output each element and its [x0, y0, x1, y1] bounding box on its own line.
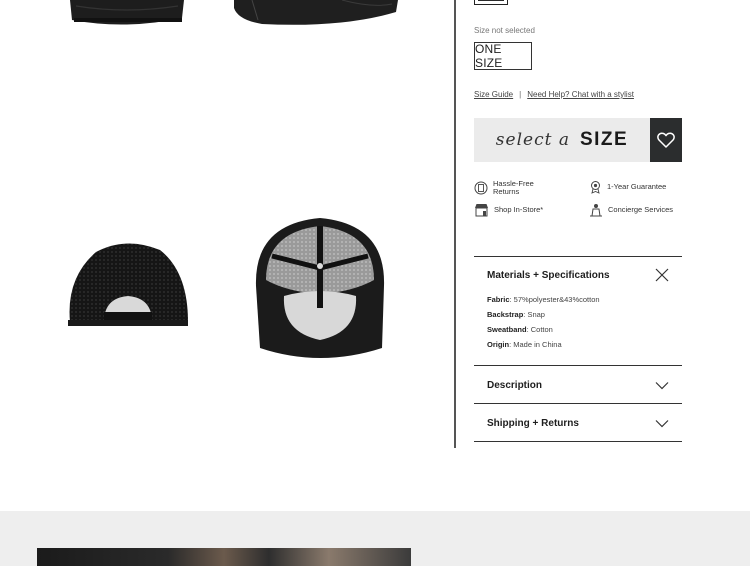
close-icon[interactable] — [655, 268, 669, 282]
size-option-one-size[interactable]: ONE SIZE — [474, 42, 532, 70]
perk-guarantee[interactable]: 1-Year Guarantee — [589, 180, 666, 194]
product-image-side[interactable] — [232, 0, 400, 28]
accordion-divider — [474, 441, 682, 442]
spec-fabric: Fabric: 57%polyester&43%cotton — [487, 295, 600, 304]
promo-image[interactable] — [37, 548, 411, 566]
store-icon — [475, 204, 488, 217]
size-guide-link[interactable]: Size Guide — [474, 90, 513, 99]
chevron-down-icon[interactable] — [655, 419, 669, 428]
select-size-button[interactable]: select a SIZE — [474, 118, 650, 162]
select-size-prefix: select a — [495, 130, 570, 150]
materials-heading[interactable]: Materials + Specifications — [487, 270, 610, 281]
perk-concierge[interactable]: Concierge Services — [589, 203, 673, 217]
accordion-top-border — [474, 256, 682, 257]
product-image-underside[interactable] — [252, 216, 388, 366]
size-status: Size not selected — [474, 26, 535, 35]
accordion-divider — [474, 403, 682, 404]
color-swatch-black[interactable] — [474, 0, 508, 5]
product-gallery — [0, 0, 455, 450]
perk-returns-label: Hassle-Free Returns — [493, 179, 534, 197]
shipping-heading[interactable]: Shipping + Returns — [487, 418, 579, 429]
guarantee-icon — [591, 181, 600, 194]
perk-returns[interactable]: Hassle-Free Returns — [474, 179, 534, 197]
chat-stylist-link[interactable]: Need Help? Chat with a stylist — [527, 90, 634, 99]
product-image-front[interactable] — [66, 0, 188, 30]
perk-store-label: Shop In-Store* — [494, 204, 544, 214]
spec-sweatband: Sweatband: Cotton — [487, 325, 553, 334]
spec-origin: Origin: Made in China — [487, 340, 562, 349]
chevron-down-icon[interactable] — [655, 381, 669, 390]
wishlist-button[interactable] — [650, 118, 682, 162]
description-heading[interactable]: Description — [487, 380, 542, 391]
returns-icon — [474, 181, 488, 195]
heart-icon — [657, 132, 675, 148]
perk-store[interactable]: Shop In-Store* — [474, 203, 543, 217]
accordion-divider — [474, 365, 682, 366]
product-image-back[interactable] — [66, 238, 190, 330]
concierge-icon — [590, 204, 602, 217]
gallery-divider — [454, 0, 456, 448]
spec-backstrap: Backstrap: Snap — [487, 310, 545, 319]
perk-guarantee-label: 1-Year Guarantee — [607, 181, 667, 191]
perk-concierge-label: Concierge Services — [608, 204, 674, 214]
links-separator: | — [519, 90, 522, 99]
help-links: Size Guide | Need Help? Chat with a stylis… — [474, 90, 634, 99]
select-size-label: SIZE — [579, 129, 629, 150]
